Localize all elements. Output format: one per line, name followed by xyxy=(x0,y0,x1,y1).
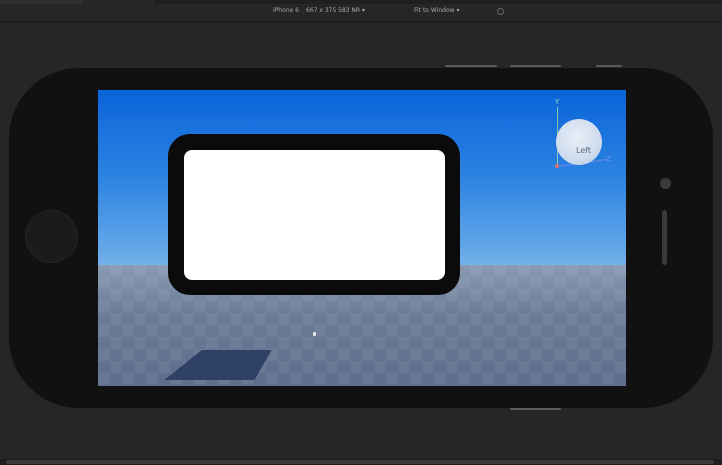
device-emulator-toolbar: iPhone 6 667 x 375 583 NR ▾ Fit to Windo… xyxy=(0,4,722,22)
axis-z-label: Z xyxy=(606,155,611,163)
axis-x-dot xyxy=(555,164,559,168)
chevron-down-icon: ▾ xyxy=(361,7,365,14)
fit-to-window-dropdown[interactable]: Fit to Window ▾ xyxy=(414,7,459,14)
speaker-grille xyxy=(662,210,667,265)
ui-frame-inner[interactable] xyxy=(184,150,445,280)
device-name[interactable]: iPhone 6 xyxy=(273,7,299,14)
phone-side-button xyxy=(510,408,561,410)
dpi-dropdown[interactable]: 583 NR ▾ xyxy=(338,7,365,14)
phone-side-button xyxy=(596,65,622,67)
cursor-marker xyxy=(313,332,316,336)
dpi-label: 583 NR xyxy=(338,7,361,14)
ui-frame[interactable] xyxy=(168,134,460,295)
view-cube-ball[interactable]: Left xyxy=(556,119,602,165)
axis-y-label: Y xyxy=(555,98,560,106)
phone-side-button xyxy=(510,65,561,67)
phone-side-button xyxy=(445,65,497,67)
device-resolution: 667 x 375 xyxy=(306,7,337,14)
horizontal-scrollbar[interactable] xyxy=(0,459,722,465)
fit-label: Fit to Window xyxy=(414,7,455,14)
rotate-icon[interactable] xyxy=(497,8,504,15)
chevron-down-icon: ▾ xyxy=(456,7,460,14)
game-screen[interactable]: Y Z Left xyxy=(98,90,626,386)
scrollbar-thumb[interactable] xyxy=(6,460,714,464)
camera-icon xyxy=(660,178,671,189)
view-cube-label: Left xyxy=(576,146,592,155)
view-cube[interactable]: Y Z Left xyxy=(554,98,614,168)
home-button xyxy=(25,210,78,263)
floor-shadow xyxy=(164,350,272,380)
